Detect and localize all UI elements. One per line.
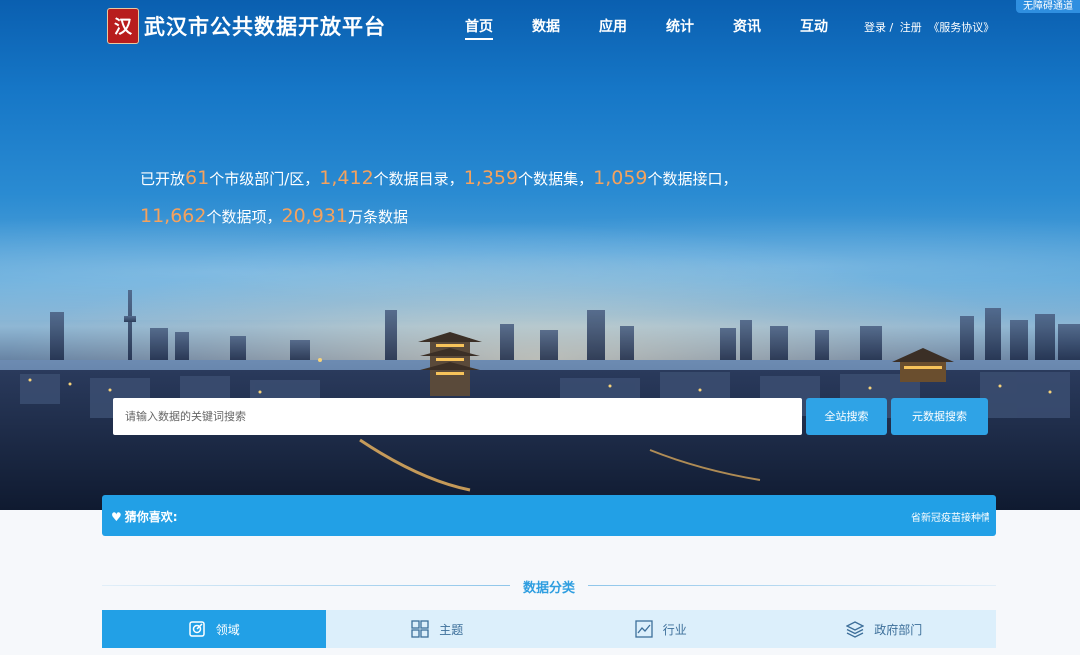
stats-line-2: 11,662个数据项，20,931万条数据 (140, 205, 408, 227)
tab-industry[interactable]: 行业 (549, 610, 773, 648)
nav-item-data[interactable]: 数据 (532, 16, 560, 36)
site-logo[interactable]: 汉 武汉市公共数据开放平台 (107, 8, 386, 44)
recommendation-bar: ♥猜你喜欢: 省新冠疫苗接种情况 (102, 495, 996, 536)
nav-item-stats[interactable]: 统计 (666, 16, 694, 36)
stat-catalogs: 1,412 (319, 167, 374, 189)
category-tabs: 领域 主题 行业 政府部门 (102, 610, 996, 648)
heart-icon: ♥ (111, 510, 122, 524)
nav-item-home[interactable]: 首页 (465, 16, 493, 40)
stat-apis: 1,059 (593, 167, 648, 189)
logo-seal-icon: 汉 (107, 8, 139, 44)
stats-line-1: 已开放61个市级部门/区，1,412个数据目录，1,359个数据集，1,059个… (140, 167, 738, 189)
search-input[interactable] (113, 398, 802, 435)
tab-government-dept[interactable]: 政府部门 (773, 610, 997, 648)
stat-departments-label: 个市级部门/区， (209, 170, 320, 188)
city-skyline (0, 290, 1080, 510)
stat-catalogs-label: 个数据目录， (373, 170, 464, 188)
accessibility-button[interactable]: 无障碍通道 (1016, 0, 1080, 13)
recommendation-label: ♥ 猜你喜欢: (111, 508, 178, 525)
metadata-search-button[interactable]: 元数据搜索 (891, 398, 988, 435)
tab-theme-label: 主题 (439, 622, 464, 637)
nav-item-interact[interactable]: 互动 (800, 16, 828, 36)
tab-theme[interactable]: 主题 (326, 610, 550, 648)
stat-apis-label: 个数据接口， (647, 170, 738, 188)
nav-item-news[interactable]: 资讯 (733, 16, 761, 36)
stat-departments: 61 (185, 167, 210, 189)
stat-records: 20,931 (281, 205, 348, 227)
tab-government-dept-label: 政府部门 (874, 622, 923, 637)
recommendation-item[interactable]: 省新冠疫苗接种情况 (911, 509, 989, 524)
section-divider-left (102, 585, 510, 586)
tab-domain-label: 领域 (215, 622, 240, 637)
tab-industry-label: 行业 (662, 622, 687, 637)
chart-icon (635, 620, 653, 638)
layers-icon (846, 620, 865, 638)
register-link[interactable]: 注册 (900, 21, 922, 34)
stat-datasets-label: 个数据集， (518, 170, 594, 188)
stat-items-label: 个数据项， (206, 208, 282, 226)
auth-links: 登录 / 注册 《服务协议》 (864, 19, 997, 35)
stat-datasets: 1,359 (463, 167, 519, 189)
stat-items: 11,662 (140, 205, 207, 227)
site-title: 武汉市公共数据开放平台 (144, 15, 386, 39)
section-title: 数据分类 (522, 581, 575, 596)
target-icon (188, 620, 206, 638)
recommendation-title: 猜你喜欢: (124, 510, 178, 524)
login-link[interactable]: 登录 / (864, 21, 893, 34)
stats-prefix: 已开放 (140, 170, 186, 188)
site-search-button[interactable]: 全站搜索 (806, 398, 887, 435)
section-divider-right (588, 585, 996, 586)
tab-domain[interactable]: 领域 (102, 610, 326, 648)
stat-records-label: 万条数据 (347, 208, 408, 226)
agreement-link[interactable]: 《服务协议》 (928, 21, 994, 34)
nav-item-apps[interactable]: 应用 (599, 16, 627, 36)
grid-icon (411, 620, 429, 638)
